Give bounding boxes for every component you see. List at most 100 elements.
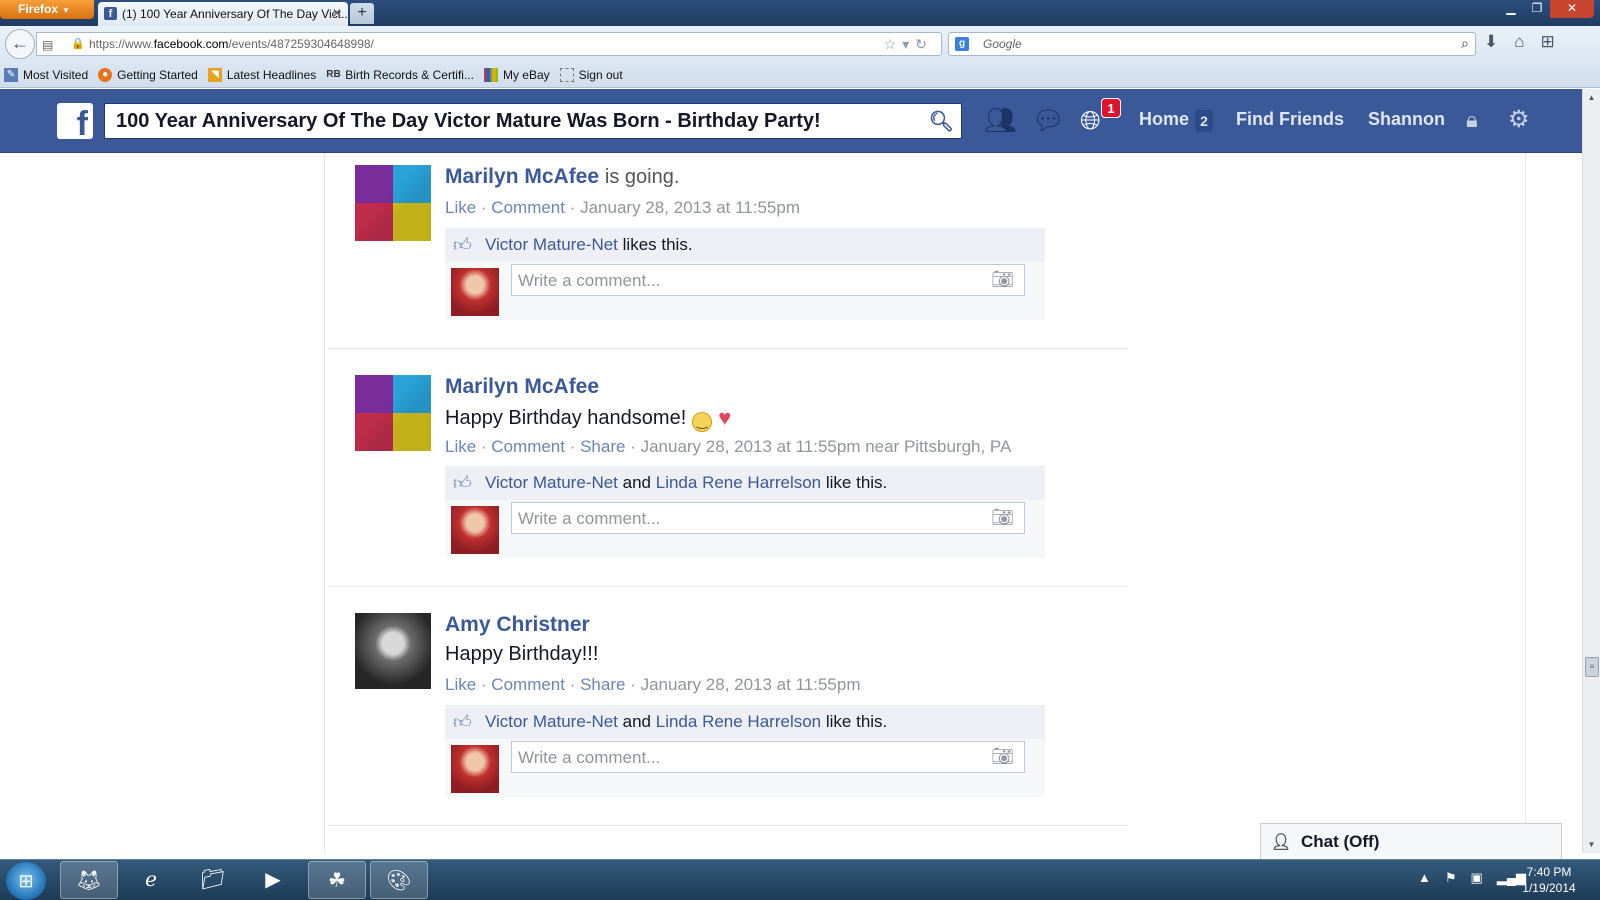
clock-time: 7:40 PM xyxy=(1526,865,1572,879)
share-link[interactable]: Share xyxy=(580,437,625,456)
home-icon[interactable]: ⌂ xyxy=(1514,32,1524,52)
liker-link[interactable]: Victor Mature-Net xyxy=(485,235,618,254)
likes-summary: 👍︎ Victor Mature-Net likes this. xyxy=(445,228,1045,262)
likes-summary: 👍︎ Victor Mature-Net and Linda Rene Harr… xyxy=(445,705,1045,739)
window-controls: ▁ ❐ ✕ xyxy=(1498,0,1594,18)
liker-link[interactable]: Victor Mature-Net xyxy=(485,712,618,731)
nav-toolbar-icons: ⬇ ⌂ ⊞ xyxy=(1484,32,1555,52)
avatar[interactable] xyxy=(355,375,431,451)
thumbs-up-icon: 👍︎ xyxy=(453,235,472,255)
bookmark-my-ebay[interactable]: My eBay xyxy=(483,67,550,82)
gear-icon[interactable]: ⚙ xyxy=(1508,105,1530,134)
post-author[interactable]: Amy Christner xyxy=(445,613,590,637)
chat-sidebar-toggle[interactable]: 👤︎ Chat (Off) xyxy=(1260,823,1562,859)
restore-icon[interactable]: ❐ xyxy=(1524,0,1550,18)
taskbar-network-app-icon[interactable]: ☘ xyxy=(308,861,366,899)
camera-icon[interactable]: 📷︎ xyxy=(991,507,1014,528)
search-icon[interactable]: ⌕ xyxy=(1461,35,1469,52)
back-button[interactable]: ← xyxy=(5,29,35,59)
taskbar-internet-explorer-icon[interactable]: ℯ xyxy=(122,861,180,899)
post-text: Happy Birthday handsome! ‿ ♥ xyxy=(445,405,732,432)
liker-link[interactable]: Linda Rene Harrelson xyxy=(656,473,821,492)
page-scrollbar[interactable]: ▲ ≡ ▼ xyxy=(1582,89,1600,853)
addons-icon[interactable]: ⊞ xyxy=(1541,32,1555,52)
likes-summary: 👍︎ Victor Mature-Net and Linda Rene Harr… xyxy=(445,466,1045,500)
power-icon[interactable]: ▣ xyxy=(1471,870,1483,886)
comment-composer: Write a comment... 📷︎ xyxy=(445,500,1045,558)
nav-find-friends[interactable]: Find Friends xyxy=(1236,109,1344,130)
post-meta: Like · Comment · Share · January 28, 201… xyxy=(445,437,1012,456)
avatar xyxy=(451,745,499,793)
post-divider xyxy=(328,586,1128,587)
bookmark-birth-records[interactable]: RB Birth Records & Certifi... xyxy=(326,68,474,82)
download-icon[interactable]: ⬇ xyxy=(1484,32,1498,52)
browser-titlebar: Firefox ▼ f (1) 100 Year Anniversary Of T… xyxy=(0,0,1600,26)
nav-home[interactable]: Home xyxy=(1139,109,1189,130)
page-identity-icon[interactable]: ▤ xyxy=(42,38,53,52)
comment-input[interactable]: Write a comment... 📷︎ xyxy=(511,741,1025,773)
post-timestamp[interactable]: January 28, 2013 at 11:55pm xyxy=(580,198,800,217)
heart-emoji-icon: ♥ xyxy=(718,405,732,430)
post-author: Marilyn McAfee is going. xyxy=(445,165,679,189)
bookmark-latest-headlines[interactable]: ◥ Latest Headlines xyxy=(207,67,316,82)
like-link[interactable]: Like xyxy=(445,198,476,217)
post-timestamp[interactable]: January 28, 2013 at 11:55pm near Pittsbu… xyxy=(641,437,1012,456)
like-link[interactable]: Like xyxy=(445,675,476,694)
facebook-logo-icon[interactable]: f xyxy=(57,103,93,139)
new-tab-button[interactable]: + xyxy=(350,3,374,24)
comment-input[interactable]: Write a comment... 📷︎ xyxy=(511,264,1025,296)
firefox-menu-button[interactable]: Firefox ▼ xyxy=(0,0,94,19)
taskbar-paint-icon[interactable]: 🎨︎ xyxy=(370,861,428,899)
start-button[interactable]: ⊞ xyxy=(6,862,46,900)
messages-icon[interactable]: 💬︎ xyxy=(1032,105,1065,136)
post-author[interactable]: Marilyn McAfee xyxy=(445,375,599,399)
scroll-up-icon[interactable]: ▲ xyxy=(1583,89,1600,106)
bookmark-star-icon[interactable]: ☆▾↻ xyxy=(884,36,933,53)
avatar[interactable] xyxy=(355,613,431,689)
browser-search-input[interactable]: g Google ⌕ xyxy=(948,32,1476,56)
close-window-icon[interactable]: ✕ xyxy=(1550,0,1594,18)
like-link[interactable]: Like xyxy=(445,437,476,456)
camera-icon[interactable]: 📷︎ xyxy=(991,269,1014,290)
search-icon[interactable]: 🔍︎ xyxy=(929,109,954,134)
close-tab-icon[interactable]: ✕ xyxy=(332,6,342,20)
comment-link[interactable]: Comment xyxy=(491,675,565,694)
facebook-search-input[interactable]: 100 Year Anniversary Of The Day Victor M… xyxy=(104,103,962,139)
url-bar[interactable]: ▤ 🔒 https://www.facebook.com/events/4872… xyxy=(36,32,942,56)
tray-expand-icon[interactable]: ▲ xyxy=(1418,870,1431,886)
google-icon[interactable]: g xyxy=(955,37,969,51)
notifications-globe-icon[interactable]: 🌐︎ xyxy=(1080,105,1101,137)
scroll-down-icon[interactable]: ▼ xyxy=(1583,836,1600,853)
minimize-icon[interactable]: ▁ xyxy=(1498,0,1524,18)
scrollbar-thumb[interactable]: ≡ xyxy=(1585,657,1599,677)
comment-link[interactable]: Comment xyxy=(491,198,565,217)
avatar[interactable] xyxy=(355,165,431,241)
bookmark-getting-started[interactable]: ● Getting Started xyxy=(98,67,198,82)
comment-input[interactable]: Write a comment... 📷︎ xyxy=(511,502,1025,534)
privacy-shortcuts-icon[interactable]: 🔒︎ xyxy=(1466,107,1478,133)
bookmark-most-visited[interactable]: ✎ Most Visited xyxy=(4,67,88,82)
status-suffix: is going. xyxy=(604,166,680,188)
friend-requests-icon[interactable]: 👥︎ xyxy=(984,105,1017,136)
tab-facebook-event[interactable]: f (1) 100 Year Anniversary Of The Day Vi… xyxy=(98,2,348,26)
taskbar-firefox-icon[interactable]: 🦊︎ xyxy=(60,861,118,899)
system-clock[interactable]: 7:40 PM 1/19/2014 xyxy=(1504,864,1594,896)
camera-icon[interactable]: 📷︎ xyxy=(991,746,1014,767)
taskbar-file-explorer-icon[interactable]: 📁︎ xyxy=(184,861,242,899)
url-prefix: https://www. xyxy=(89,37,154,51)
rss-icon: ◥ xyxy=(207,67,222,82)
author-link[interactable]: Marilyn McAfee xyxy=(445,165,599,188)
windows-taskbar: ⊞ 🦊︎ ℯ 📁︎ ▶ ☘ 🎨︎ ▲ ⚑ ▣ ▂▄▆ 7:40 PM 1/19/… xyxy=(0,859,1600,900)
share-link[interactable]: Share xyxy=(580,675,625,694)
post-timestamp[interactable]: January 28, 2013 at 11:55pm xyxy=(641,675,861,694)
comment-link[interactable]: Comment xyxy=(491,437,565,456)
taskbar-media-player-icon[interactable]: ▶ xyxy=(244,861,302,899)
liker-link[interactable]: Victor Mature-Net xyxy=(485,473,618,492)
action-center-flag-icon[interactable]: ⚑ xyxy=(1445,870,1457,886)
liker-link[interactable]: Linda Rene Harrelson xyxy=(656,712,821,731)
ebay-icon xyxy=(483,67,498,82)
thumbs-up-icon: 👍︎ xyxy=(453,712,472,732)
nav-profile[interactable]: Shannon xyxy=(1368,109,1445,130)
bookmark-sign-out[interactable]: Sign out xyxy=(559,67,623,82)
post-divider xyxy=(328,825,1128,826)
